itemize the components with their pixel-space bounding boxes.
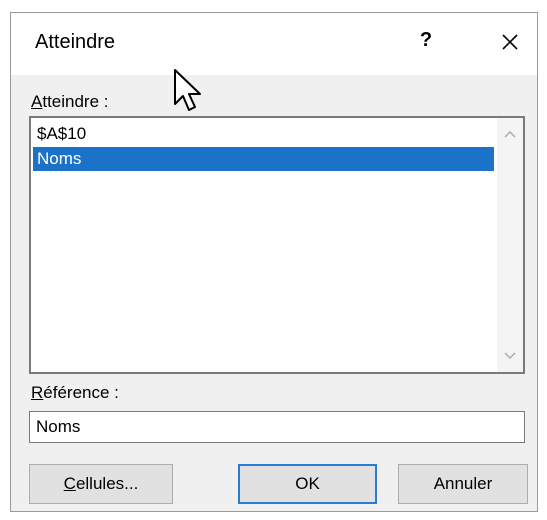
reference-input[interactable]: Noms (29, 411, 525, 443)
cancel-button[interactable]: Annuler (398, 464, 528, 504)
chevron-up-icon (504, 131, 516, 138)
dialog-title: Atteindre (35, 31, 116, 53)
ok-button[interactable]: OK (238, 464, 377, 504)
goto-label: Atteindre : (31, 92, 109, 112)
reference-label: Référence : (31, 383, 119, 403)
help-button[interactable]: ? (411, 25, 441, 55)
goto-label-text: tteindre : (42, 92, 109, 111)
chevron-down-icon (504, 352, 516, 359)
list-item[interactable]: $A$10 (33, 122, 493, 146)
list-item-selected[interactable]: Noms (33, 147, 494, 171)
cells-button[interactable]: Cellules... (29, 464, 173, 504)
close-icon (502, 34, 518, 50)
listbox-scrollbar[interactable] (497, 118, 523, 372)
close-button[interactable] (493, 25, 527, 59)
cells-button-accesskey: C (63, 474, 76, 493)
reference-label-text: éférence : (43, 383, 119, 402)
reference-label-accesskey: R (31, 383, 44, 402)
cells-button-text: ellules... (75, 474, 139, 493)
scroll-down-button[interactable] (497, 344, 523, 368)
goto-dialog: Atteindre ? Atteindre : $A$10 Noms Référ… (10, 12, 538, 512)
goto-label-accesskey: A (31, 92, 43, 111)
scroll-up-button[interactable] (497, 122, 523, 146)
title-bar: Atteindre ? (11, 13, 537, 75)
goto-listbox[interactable]: $A$10 Noms (29, 116, 525, 374)
mouse-cursor-icon (174, 69, 201, 111)
